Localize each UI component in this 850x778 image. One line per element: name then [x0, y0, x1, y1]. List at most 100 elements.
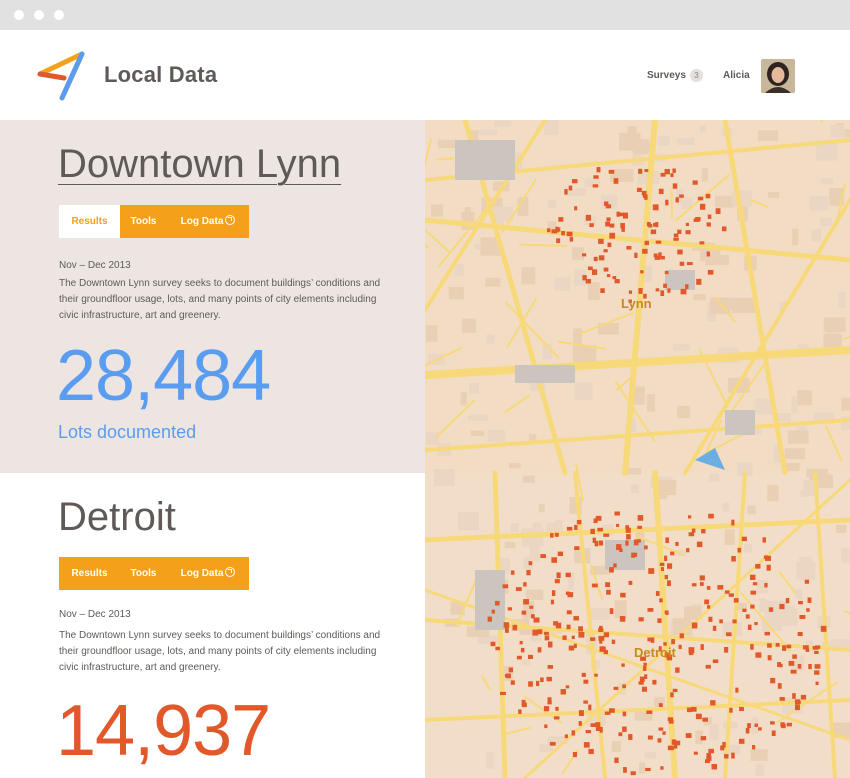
surveyed-lot	[590, 637, 596, 641]
brand-name[interactable]: Local Data	[104, 62, 217, 88]
surveyed-lot	[719, 619, 723, 624]
surveyed-lot	[807, 597, 812, 603]
surveyed-lot	[650, 229, 657, 235]
nav-user-name[interactable]: Alicia	[723, 70, 750, 81]
surveyed-lot	[598, 255, 605, 261]
surveyed-lot	[691, 528, 696, 533]
surveyed-lot	[686, 262, 693, 266]
surveyed-lot	[638, 288, 643, 294]
surveyed-lot	[770, 677, 776, 684]
surveyed-lot	[665, 199, 669, 206]
surveyed-lot	[591, 583, 598, 588]
surveyed-lot	[620, 222, 625, 229]
window-dot-icon	[34, 10, 44, 20]
surveyed-lot	[755, 652, 762, 658]
surveyed-lot	[621, 663, 625, 667]
surveyed-lot	[752, 744, 756, 750]
tab-results[interactable]: Results	[59, 557, 120, 590]
map-block	[722, 502, 730, 512]
surveyed-lot	[797, 632, 803, 637]
surveyed-lot	[603, 632, 610, 638]
surveyed-lot	[670, 173, 674, 178]
surveyed-lot	[641, 686, 647, 692]
surveyed-lot	[667, 288, 671, 293]
surveyed-lot	[666, 563, 673, 569]
surveyed-lot	[592, 184, 599, 188]
surveyed-lot	[518, 709, 522, 714]
map-block	[777, 412, 792, 422]
surveyed-lot	[578, 721, 582, 726]
surveyed-lot	[711, 763, 718, 770]
surveyed-lot	[576, 520, 582, 525]
surveyed-lot	[644, 240, 649, 246]
map-block	[589, 607, 610, 620]
surveyed-lot	[603, 249, 608, 253]
tab-results[interactable]: Results	[59, 205, 120, 238]
surveyed-lot	[529, 605, 534, 609]
surveyed-lot	[699, 575, 705, 581]
surveyed-lot	[557, 551, 564, 557]
surveyed-lot	[742, 608, 747, 612]
survey-map[interactable]: Lynn Detroit	[425, 120, 850, 778]
map-block	[759, 598, 766, 613]
map-block	[755, 764, 764, 776]
surveyed-lot	[677, 229, 682, 234]
map-block	[796, 561, 816, 580]
avatar[interactable]	[761, 59, 795, 93]
surveyed-lot	[564, 734, 568, 739]
local-data-logo-icon[interactable]	[36, 50, 86, 105]
map-block	[525, 589, 544, 601]
surveyed-lot	[642, 248, 648, 254]
surveyed-lot	[590, 528, 595, 535]
surveyed-lot	[643, 662, 647, 666]
surveyed-lot	[777, 662, 782, 667]
tab-log-data[interactable]: Log Data	[167, 205, 249, 238]
surveyed-lot	[652, 679, 657, 685]
surveyed-lot	[609, 232, 616, 239]
tab-tools[interactable]: Tools	[120, 205, 167, 238]
tab-log-data[interactable]: Log Data	[167, 557, 249, 590]
surveyed-lot	[609, 608, 614, 615]
surveyed-lot	[611, 639, 616, 644]
map-block	[611, 741, 621, 753]
surveyed-lot	[585, 214, 592, 221]
tab-tools[interactable]: Tools	[120, 557, 167, 590]
surveyed-lot	[754, 622, 758, 626]
map-block	[729, 297, 754, 310]
survey-title-link[interactable]: Downtown Lynn	[58, 142, 341, 187]
surveyed-lot	[677, 249, 683, 255]
survey-title[interactable]: Detroit	[58, 495, 176, 540]
surveyed-lot	[625, 540, 629, 546]
map-block	[487, 429, 506, 443]
surveyed-lot	[562, 635, 567, 640]
surveyed-lot	[652, 204, 659, 211]
map-park	[605, 540, 645, 570]
surveyed-lot	[558, 217, 564, 222]
surveyed-lot	[566, 610, 572, 615]
surveyed-lot	[815, 681, 819, 686]
map-block	[448, 286, 464, 300]
surveyed-lot	[678, 644, 682, 649]
surveyed-lot	[523, 582, 527, 587]
map-block	[433, 469, 455, 486]
surveyed-lot	[500, 691, 506, 696]
map-block	[841, 548, 850, 563]
surveyed-lot	[581, 672, 586, 677]
surveyed-lot	[738, 738, 745, 744]
surveyed-lot	[674, 740, 681, 746]
surveyed-lot	[735, 687, 739, 693]
surveyed-lot	[560, 689, 566, 695]
surveyed-lot	[704, 599, 710, 605]
map-block	[468, 414, 488, 421]
surveyed-lot	[556, 572, 561, 579]
map-block	[672, 344, 691, 351]
surveyed-lot	[798, 600, 803, 605]
surveyed-lot	[606, 217, 611, 222]
surveyed-lot	[664, 271, 669, 275]
surveyed-lot	[664, 574, 669, 580]
map-block	[743, 544, 753, 553]
surveyed-lot	[619, 212, 624, 217]
surveyed-lot	[665, 610, 669, 616]
nav-surveys-link[interactable]: Surveys	[647, 70, 686, 81]
surveyed-lot	[599, 625, 603, 632]
